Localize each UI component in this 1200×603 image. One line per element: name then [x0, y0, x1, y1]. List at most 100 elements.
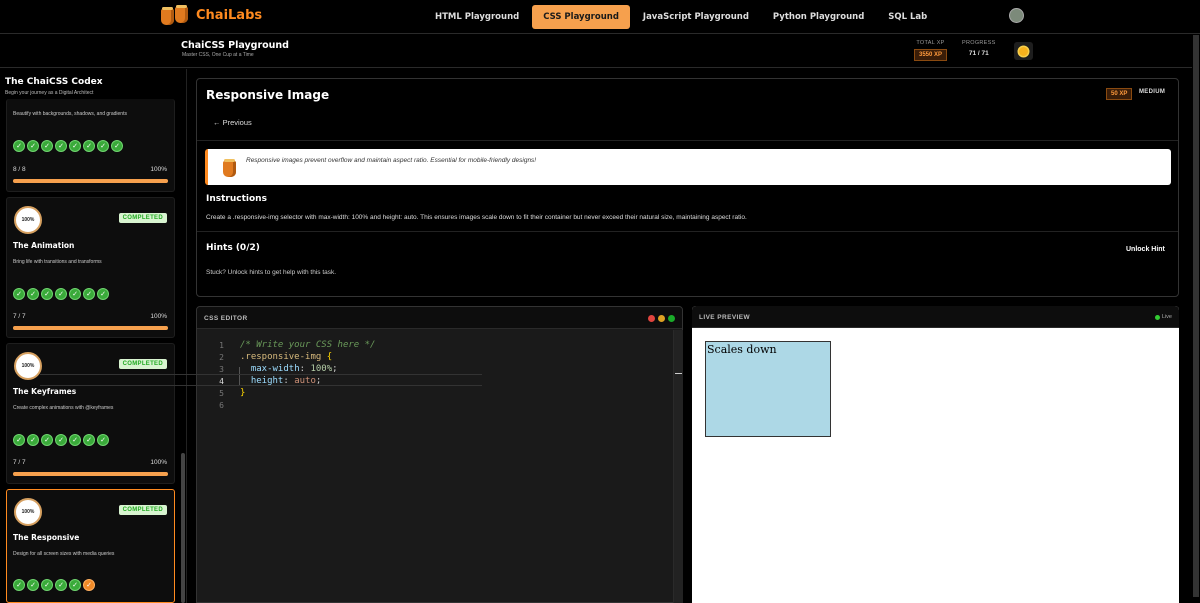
instructions-heading: Instructions [206, 194, 267, 204]
user-avatar[interactable] [1009, 8, 1024, 23]
check-icon[interactable]: ✓ [55, 288, 67, 300]
lesson-percent: 100% [150, 459, 167, 466]
completed-badge: COMPLETED [118, 505, 167, 515]
check-icon[interactable]: ✓ [27, 579, 39, 591]
module-progress-bar [13, 179, 168, 183]
check-icon[interactable]: ✓ [55, 434, 67, 446]
code-comment: /* Write your CSS here */ [240, 340, 376, 350]
module-card[interactable]: Beautify with backgrounds, shadows, and … [6, 99, 175, 192]
check-icon[interactable]: ✓ [27, 140, 39, 152]
progress: PROGRESS 71 / 71 [962, 40, 996, 57]
editor-scrollbar-marker [675, 373, 682, 374]
sidebar-title: The ChaiCSS Codex [5, 77, 103, 87]
check-icon[interactable]: ✓ [111, 140, 123, 152]
total-xp-value: 3550 XP [914, 49, 948, 61]
check-icon[interactable]: ✓ [69, 434, 81, 446]
theme-toggle-button[interactable] [1014, 42, 1033, 60]
red-dot-icon [648, 315, 655, 322]
code-selector: .responsive-img [240, 352, 322, 362]
line-number: 1 [219, 340, 224, 350]
check-icon[interactable]: ✓ [97, 140, 109, 152]
check-icon[interactable]: ✓ [69, 288, 81, 300]
check-icon[interactable]: ✓ [41, 434, 53, 446]
check-icon[interactable]: ✓ [83, 140, 95, 152]
challenge-title: Responsive Image [206, 88, 330, 102]
yellow-dot-icon [658, 315, 665, 322]
nav-css-playground[interactable]: CSS Playground [532, 5, 630, 29]
editor-header: CSS EDITOR [197, 307, 682, 329]
tip-box: Responsive images prevent overflow and m… [205, 149, 1171, 185]
current-lesson-check-icon[interactable]: ✓ [83, 579, 95, 591]
check-icon[interactable]: ✓ [41, 288, 53, 300]
module-card-responsive[interactable]: 100% COMPLETED The Responsive Design for… [6, 489, 175, 603]
line-number: 6 [219, 400, 224, 410]
top-navbar: ChaiLabs HTML Playground CSS Playground … [0, 0, 1200, 34]
total-xp: TOTAL XP 3550 XP [914, 40, 948, 61]
editor-scrollbar[interactable] [673, 330, 683, 603]
nav-javascript-playground[interactable]: JavaScript Playground [632, 5, 760, 29]
window-dots [648, 315, 675, 322]
tip-text: Responsive images prevent overflow and m… [246, 157, 537, 164]
sidebar-subtitle: Begin your journey as a Digital Architec… [5, 90, 94, 96]
live-dot-icon [1154, 314, 1160, 320]
check-icon[interactable]: ✓ [27, 434, 39, 446]
line-number: 3 [219, 364, 224, 374]
code-property: max-width [250, 364, 300, 374]
check-icon[interactable]: ✓ [83, 434, 95, 446]
module-card-keyframes[interactable]: 100% COMPLETED The Keyframes Create comp… [6, 343, 175, 484]
module-description: Beautify with backgrounds, shadows, and … [13, 111, 127, 117]
preview-header: LIVE PREVIEW Live [692, 306, 1179, 328]
difficulty-badge: MEDIUM [1139, 89, 1166, 95]
sidebar-scrollbar[interactable] [181, 453, 185, 603]
nav-python-playground[interactable]: Python Playground [762, 5, 875, 29]
chai-cup-icon [175, 5, 188, 23]
check-icon[interactable]: ✓ [69, 579, 81, 591]
check-icon[interactable]: ✓ [55, 140, 67, 152]
code-value: 100 [310, 364, 327, 374]
module-card-animation[interactable]: 100% COMPLETED The Animation Bring life … [6, 197, 175, 338]
code-line: 5} [197, 387, 682, 399]
line-number: 5 [219, 388, 224, 398]
page-scrollbar-thumb[interactable] [1193, 35, 1199, 597]
module-description: Design for all screen sizes with media q… [13, 551, 115, 557]
check-icon[interactable]: ✓ [27, 288, 39, 300]
instructions-text: Create a .responsive-img selector with m… [206, 214, 747, 221]
check-icon[interactable]: ✓ [97, 434, 109, 446]
check-icon[interactable]: ✓ [97, 288, 109, 300]
hints-help-text: Stuck? Unlock hints to get help with thi… [206, 269, 337, 276]
check-icon[interactable]: ✓ [13, 434, 25, 446]
check-icon[interactable]: ✓ [13, 288, 25, 300]
check-icon[interactable]: ✓ [13, 579, 25, 591]
sun-icon [1019, 46, 1028, 56]
nav-html-playground[interactable]: HTML Playground [424, 5, 530, 29]
sidebar: The ChaiCSS Codex Begin your journey as … [0, 69, 187, 603]
hints-heading: Hints (0/2) [206, 243, 260, 253]
check-icon[interactable]: ✓ [69, 140, 81, 152]
previous-button[interactable]: ← Previous [213, 118, 252, 127]
playground-title: ChaiCSS Playground [181, 40, 289, 51]
completion-badge: 100% [14, 352, 42, 380]
unlock-hint-button[interactable]: Unlock Hint [1126, 246, 1165, 253]
sidebar-header: The ChaiCSS Codex Begin your journey as … [5, 77, 103, 96]
check-icon[interactable]: ✓ [83, 288, 95, 300]
module-progress-bar [13, 326, 168, 330]
check-icon[interactable]: ✓ [55, 579, 67, 591]
xp-badge: 50 XP [1106, 88, 1133, 100]
brand-logo[interactable]: ChaiLabs [175, 5, 262, 23]
current-line-highlight [40, 374, 482, 386]
module-description: Create complex animations with @keyframe… [13, 405, 114, 411]
module-title: The Animation [13, 241, 75, 250]
check-icon[interactable]: ✓ [41, 579, 53, 591]
check-icon[interactable]: ✓ [13, 140, 25, 152]
nav-sql-lab[interactable]: SQL Lab [877, 5, 938, 29]
code-brace: } [240, 388, 246, 398]
live-label: Live [1161, 314, 1172, 320]
divider [197, 231, 1178, 232]
lesson-checks: ✓ ✓ ✓ ✓ ✓ ✓ [13, 579, 95, 591]
playground-tagline: Master CSS, One Cup at a Time [182, 52, 254, 58]
check-icon[interactable]: ✓ [41, 140, 53, 152]
module-progress-bar [13, 472, 168, 476]
css-editor[interactable]: CSS EDITOR 1 /* Write your CSS here */ 2.… [196, 306, 683, 603]
completed-badge: COMPLETED [118, 359, 167, 369]
completed-badge: COMPLETED [118, 213, 167, 223]
